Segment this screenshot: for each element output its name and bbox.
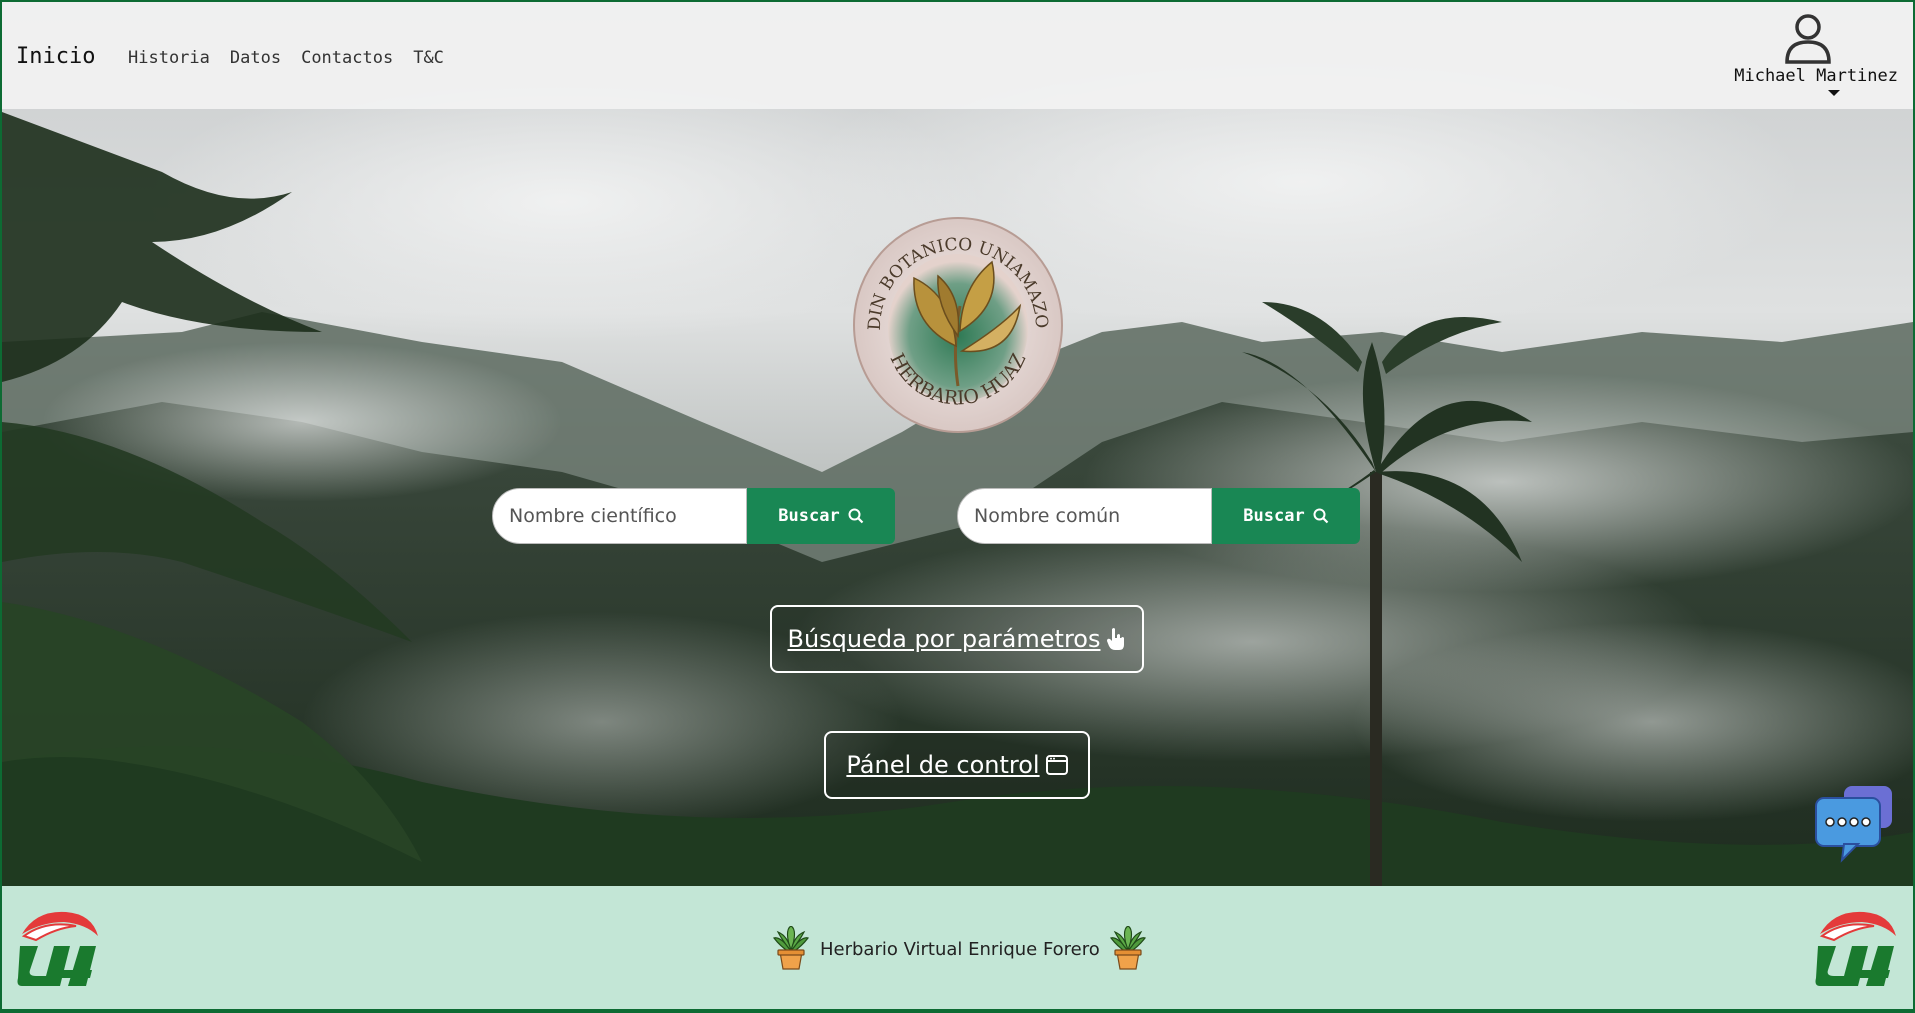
control-panel-button[interactable]: Pánel de control (824, 731, 1090, 799)
footer-title: Herbario Virtual Enrique Forero (820, 939, 1100, 960)
window-icon (1045, 755, 1068, 775)
common-name-input[interactable] (957, 488, 1212, 544)
nav-link-contactos[interactable]: Contactos (301, 48, 393, 68)
top-navbar: Inicio Historia Datos Contactos T&C Mich… (2, 2, 1913, 109)
search-button-label: Buscar (1243, 506, 1305, 526)
herbario-logo: JARDIN BOTANICO UNIAMAZONIA HERBARIO HUA… (852, 216, 1063, 433)
footer: Herbario Virtual Enrique Forero (2, 886, 1913, 1009)
ua-logo (17, 911, 98, 986)
nav-links: Historia Datos Contactos T&C (128, 48, 444, 68)
common-search-group: Buscar (957, 488, 1360, 544)
user-icon (1785, 14, 1831, 64)
common-search-button[interactable]: Buscar (1212, 488, 1360, 544)
scientific-search-button[interactable]: Buscar (747, 488, 895, 544)
search-icon (848, 508, 863, 524)
search-icon (1313, 508, 1328, 524)
nav-link-historia[interactable]: Historia (128, 48, 210, 68)
user-name: Michael Martinez (1734, 66, 1898, 86)
app-frame: Inicio Historia Datos Contactos T&C Mich… (2, 2, 1913, 1009)
plant-icon (1110, 926, 1146, 970)
plant-icon (773, 926, 809, 970)
user-menu[interactable]: Michael Martinez (1718, 12, 1898, 96)
nav-link-terms[interactable]: T&C (413, 48, 444, 68)
scientific-search-group: Buscar (492, 488, 895, 544)
parametric-search-button[interactable]: Búsqueda por parámetros (770, 605, 1144, 673)
chat-icon[interactable] (1814, 786, 1894, 864)
pointer-hand-icon (1107, 628, 1125, 650)
hero-background: Inicio Historia Datos Contactos T&C Mich… (2, 2, 1913, 886)
scientific-name-input[interactable] (492, 488, 747, 544)
caret-down-icon (1828, 90, 1840, 96)
control-panel-label: Pánel de control (846, 751, 1040, 779)
nav-brand-home[interactable]: Inicio (16, 44, 95, 69)
ua-logo (1815, 911, 1896, 986)
parametric-search-label: Búsqueda por parámetros (787, 625, 1101, 653)
nav-link-datos[interactable]: Datos (230, 48, 281, 68)
search-button-label: Buscar (778, 506, 840, 526)
